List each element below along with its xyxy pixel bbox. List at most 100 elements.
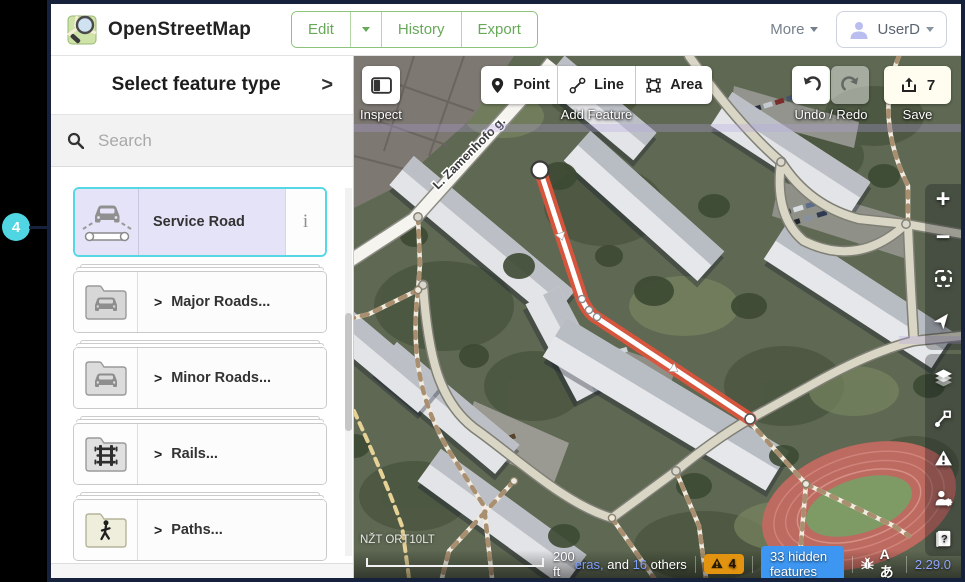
search-input[interactable] [96,130,337,152]
add-feature-group: Point Line [481,66,712,104]
search-icon [67,132,84,149]
undo-icon [802,76,821,95]
inspect-button[interactable] [362,66,400,104]
top-navbar: OpenStreetMap Edit History Export More U… [51,4,961,56]
feature-item-service-road[interactable]: Service Road i [73,187,327,257]
expand-chevron-icon: > [154,294,162,310]
contributor-link[interactable]: eras, [575,557,604,572]
map-render: L. Zamenhofo g. [354,56,961,578]
divider [752,556,753,573]
category-item-major-roads[interactable]: > Major Roads... [73,271,327,333]
save-count-badge: 7 [927,77,935,94]
user-name: UserD [877,21,920,38]
more-menu-button[interactable]: More [770,21,818,38]
warning-triangle-icon [710,557,724,570]
expand-chevron-icon: > [154,370,162,386]
warning-triangle-icon [934,449,953,468]
background-layers-button[interactable] [925,360,961,396]
expand-chevron-icon: > [154,522,162,538]
redo-button-disabled[interactable] [831,66,869,104]
chevron-down-icon [926,27,934,32]
undo-redo-label: Undo / Redo [784,107,878,122]
app-window: OpenStreetMap Edit History Export More U… [47,0,965,582]
layers-icon [934,369,953,388]
add-feature-label: Add Feature [481,107,712,122]
contributor-count-link[interactable]: 16 [633,557,647,572]
save-label: Save [884,107,951,122]
sidebar-collapse-button[interactable]: > [315,72,339,99]
zoom-to-selection-button[interactable] [925,260,961,296]
map-data-button[interactable] [925,401,961,437]
redo-icon [841,76,860,95]
stacked-card-edge [76,267,324,270]
user-menu-button[interactable]: UserD [836,11,947,48]
inspect-icon [371,77,392,94]
user-avatar-icon [849,20,869,40]
edit-dropdown-caret[interactable] [350,12,381,47]
stacked-card-edge [80,492,320,495]
info-button[interactable]: i [285,189,325,255]
add-point-button[interactable]: Point [481,66,557,104]
map-status-bar: 200 ft eras, and 16 others 4 [354,550,961,578]
sidebar-footer [51,563,353,578]
hidden-features-button[interactable]: 33 hidden features [761,546,844,579]
divider [852,556,853,573]
edit-button-group: Edit History Export [291,11,538,48]
report-bug-icon[interactable] [861,556,874,572]
category-label: Major Roads... [171,294,270,310]
version-link[interactable]: 2.29.0 [915,557,951,572]
scale-label: 200 ft [553,549,575,578]
stacked-card-edge [80,340,320,343]
help-book-icon: ? [934,529,953,548]
issues-count-badge[interactable]: 4 [704,554,744,574]
imagery-attribution-label: NŽT ORT10LT [360,534,435,546]
zoom-in-button[interactable]: + [925,181,961,217]
category-label: Minor Roads... [171,370,271,386]
edit-button[interactable]: Edit [292,12,350,47]
export-button[interactable]: Export [461,12,537,47]
map-canvas[interactable]: L. Zamenhofo g. [354,56,961,578]
add-area-button[interactable]: Area [635,66,712,104]
map-data-icon [934,410,952,428]
expand-chevron-icon: > [154,446,162,462]
user-settings-icon [934,489,953,508]
divider [906,556,907,573]
history-button[interactable]: History [381,12,461,47]
openstreetmap-logo-icon [65,13,99,47]
feature-item-label: Service Road [139,189,285,255]
category-item-paths[interactable]: > Paths... [73,499,327,561]
app-title: OpenStreetMap [108,19,251,41]
feature-type-sidebar: Select feature type > [51,56,354,578]
line-start-vertex [532,162,549,179]
category-item-rails[interactable]: > Rails... [73,423,327,485]
scrollbar-thumb[interactable] [345,313,352,431]
inspect-label: Inspect [360,107,420,122]
stacked-card-edge [76,343,324,346]
point-icon [489,77,506,94]
issues-button[interactable] [925,440,961,476]
undo-button[interactable] [792,66,830,104]
zoom-out-button[interactable]: − [925,219,961,255]
save-button[interactable]: 7 [884,66,951,104]
tutorial-step-badge: 4 [2,213,30,241]
category-item-minor-roads[interactable]: > Minor Roads... [73,347,327,409]
stacked-card-edge [80,264,320,267]
rails-folder-icon [83,434,129,474]
category-label: Rails... [171,446,218,462]
stacked-card-edge [80,416,320,419]
svg-text:?: ? [940,533,947,545]
major-roads-folder-icon [83,282,129,322]
divider [695,556,696,573]
add-line-button[interactable]: Line [557,66,634,104]
chevron-down-icon [362,27,370,32]
category-label: Paths... [171,522,223,538]
geolocate-arrow-icon [934,311,952,329]
upload-icon [900,76,918,94]
locale-switcher-button[interactable]: Aあ [880,546,898,578]
scale-bar [366,558,544,567]
sidebar-scrollbar[interactable] [345,188,352,556]
service-road-icon [79,199,135,245]
preferences-button[interactable] [925,480,961,516]
geolocate-button[interactable] [925,302,961,338]
zoom-to-selection-icon [934,269,953,288]
